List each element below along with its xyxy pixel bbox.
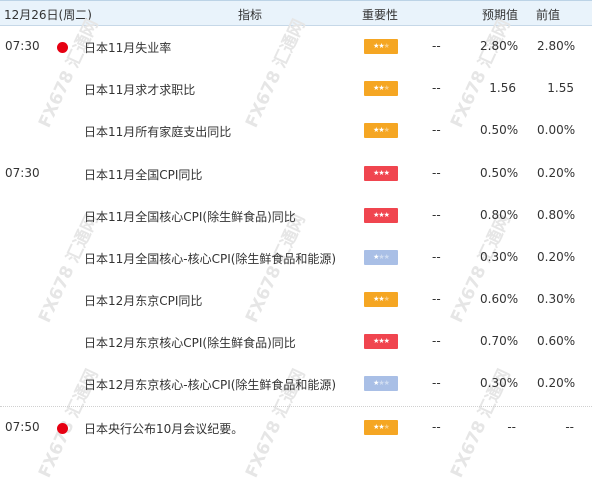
importance-stars-icon: ★★★ [364,208,398,223]
watermark-text: FX678 汇通网 [242,211,310,326]
event-actual: -- [432,376,441,390]
table-header: 12月26日(周二) 指标 重要性 预期值 前值 [0,0,592,26]
event-name[interactable]: 日本央行公布10月会议纪要。 [84,420,243,437]
event-actual: -- [432,250,441,264]
event-forecast: 1.56 [489,81,516,95]
importance-stars-icon: ★★★ [364,334,398,349]
event-actual: -- [432,292,441,306]
importance-stars-icon: ★★★ [364,420,398,435]
event-previous: 0.20% [537,250,576,264]
event-forecast: 0.30% [480,250,519,264]
divider [0,406,592,407]
event-time: 07:30 [5,39,40,53]
watermark-text: FX678 汇通网 [35,16,103,131]
event-previous: 0.00% [537,123,576,137]
event-previous: 0.30% [537,292,576,306]
event-previous: -- [565,420,574,434]
event-forecast: 0.80% [480,208,519,222]
watermark-text: FX678 汇通网 [447,211,515,326]
header-previous: 前值 [536,8,561,22]
event-forecast: -- [507,420,516,434]
event-actual: -- [432,420,441,434]
importance-stars-icon: ★★★ [364,39,398,54]
event-forecast: 0.30% [480,376,519,390]
event-actual: -- [432,208,441,222]
event-time: 07:50 [5,420,40,434]
event-name[interactable]: 日本11月失业率 [84,39,171,56]
header-importance: 重要性 [362,8,399,22]
event-name[interactable]: 日本11月全国CPI同比 [84,166,202,183]
header-forecast: 预期值 [482,8,519,22]
event-name[interactable]: 日本11月全国核心-核心CPI(除生鲜食品和能源) [84,250,336,267]
event-name[interactable]: 日本12月东京核心-核心CPI(除生鲜食品和能源) [84,376,336,393]
event-previous: 2.80% [537,39,576,53]
importance-stars-icon: ★★★ [364,250,398,265]
header-date: 12月26日(周二) [4,8,92,22]
event-name[interactable]: 日本11月所有家庭支出同比 [84,123,231,140]
event-previous: 0.60% [537,334,576,348]
importance-stars-icon: ★★★ [364,166,398,181]
event-actual: -- [432,123,441,137]
event-previous: 1.55 [547,81,574,95]
event-name[interactable]: 日本12月东京核心CPI(除生鲜食品)同比 [84,334,296,351]
event-actual: -- [432,166,441,180]
event-name[interactable]: 日本11月求才求职比 [84,81,195,98]
event-forecast: 0.50% [480,123,519,137]
event-previous: 0.20% [537,166,576,180]
event-name[interactable]: 日本11月全国核心CPI(除生鲜食品)同比 [84,208,296,225]
event-actual: -- [432,81,441,95]
japan-flag-icon [57,423,68,434]
importance-stars-icon: ★★★ [364,376,398,391]
event-previous: 0.80% [537,208,576,222]
japan-flag-icon [57,42,68,53]
importance-stars-icon: ★★★ [364,123,398,138]
importance-stars-icon: ★★★ [364,292,398,307]
watermark-text: FX678 汇通网 [447,16,515,131]
event-actual: -- [432,334,441,348]
event-name[interactable]: 日本12月东京CPI同比 [84,292,202,309]
event-forecast: 0.70% [480,334,519,348]
event-forecast: 0.50% [480,166,519,180]
event-forecast: 0.60% [480,292,519,306]
header-indicator: 指标 [238,8,263,22]
event-time: 07:30 [5,166,40,180]
event-forecast: 2.80% [480,39,519,53]
event-actual: -- [432,39,441,53]
watermark-text: FX678 汇通网 [242,16,310,131]
event-previous: 0.20% [537,376,576,390]
importance-stars-icon: ★★★ [364,81,398,96]
